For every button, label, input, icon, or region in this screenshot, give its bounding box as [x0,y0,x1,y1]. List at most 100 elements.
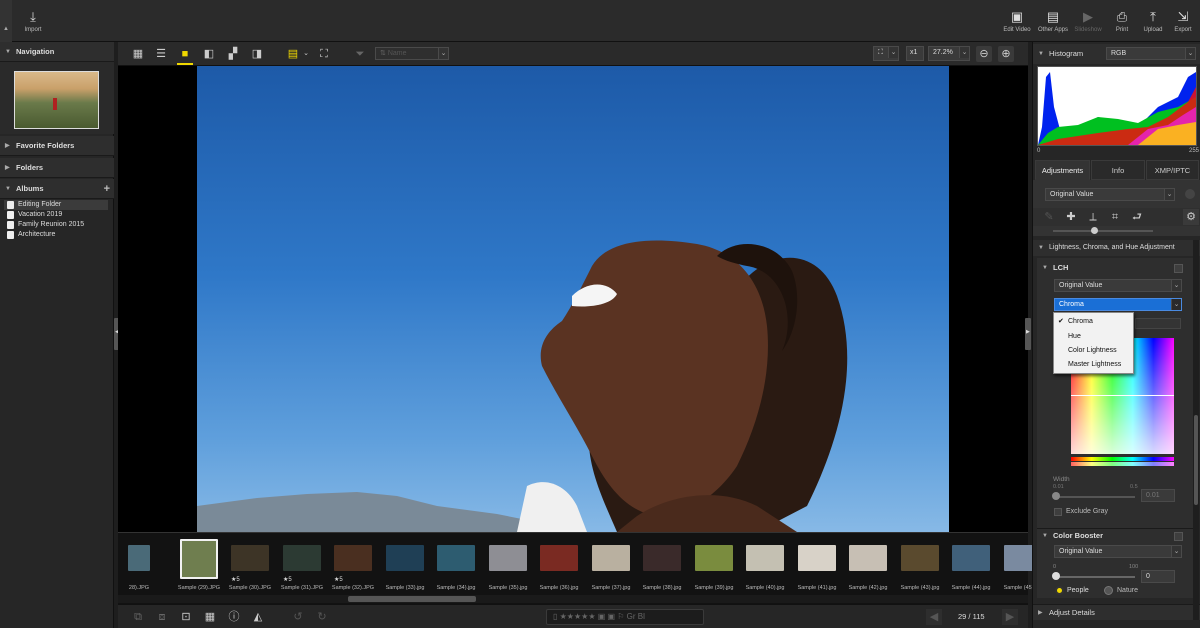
slider-thumb[interactable] [1091,227,1098,234]
right-panel-scrollbar[interactable] [1193,240,1199,620]
lch-header[interactable]: ▼ LCH [1037,260,1187,276]
zoom-in-icon[interactable]: ⊕ [998,46,1014,62]
filter-icon[interactable]: ⏷ [352,46,368,62]
navigation-header[interactable]: ▼ Navigation [0,42,114,62]
fit-screen-icon[interactable]: ⛶ [316,46,332,62]
previous-image-icon[interactable]: ◀ [926,609,942,625]
compare-view-icon[interactable]: ◧ [201,46,217,62]
filmstrip-view-icon[interactable]: ▞ [225,46,241,62]
album-item[interactable]: Editing Folder [4,200,108,210]
albums-header[interactable]: ▼ Albums + [0,179,114,199]
dropdown-option-hue[interactable]: Hue [1054,330,1135,344]
filmstrip-thumbnail[interactable] [592,545,630,571]
color-booster-checkbox[interactable] [1174,532,1183,541]
filmstrip-thumbnail[interactable] [231,545,269,571]
filmstrip-thumbnail[interactable] [952,545,990,571]
filmstrip-thumbnail[interactable] [746,545,784,571]
tab-adjustments[interactable]: Adjustments [1035,160,1090,180]
lch-channel-select[interactable]: Chroma ⌄ [1054,298,1182,311]
edit-video-button[interactable]: ▣ Edit Video [1000,8,1034,33]
upload-button[interactable]: ⤒ Upload [1136,8,1170,33]
stack-icon[interactable]: ⧉ [130,609,146,625]
tab-xmp-iptc[interactable]: XMP/IPTC [1146,160,1199,180]
zoom-select[interactable]: 27.2% ⌄ [928,46,970,61]
scrollbar-thumb[interactable] [1194,415,1198,505]
retouch-icon[interactable]: ✚ [1063,209,1079,225]
filmstrip-thumbnail[interactable] [283,545,321,571]
rating-bar[interactable]: ▯ ★★★★★ ▣ ▣ ⚐ Gr Bl [546,609,704,625]
next-image-icon[interactable]: ▶ [1002,609,1018,625]
filmstrip-thumbnail[interactable] [540,545,578,571]
export-button[interactable]: ⇲ Export [1166,8,1200,33]
adjustment-preset-select[interactable]: Original Value ⌄ [1045,188,1175,201]
fit-mode-select[interactable]: ⛶ ⌄ [873,46,899,61]
info-icon[interactable]: ⓘ [226,609,242,625]
filmstrip-thumbnail[interactable] [695,545,733,571]
sort-select[interactable]: ⇅ Name ⌄ [375,47,449,60]
grid-overlay-icon[interactable]: ▦ [202,609,218,625]
booster-slider-thumb[interactable] [1052,572,1060,580]
navigator-thumbnail[interactable] [14,71,99,129]
print-button[interactable]: ⎙ Print [1105,8,1139,33]
perspective-icon[interactable]: ⮐ [1129,209,1145,225]
zoom-out-icon[interactable]: ⊖ [976,46,992,62]
left-collapse-tab[interactable]: ▲ [0,0,12,42]
filmstrip-thumbnail[interactable] [849,545,887,571]
album-item[interactable]: Architecture [4,230,108,240]
scrollbar-thumb[interactable] [348,596,476,602]
grid-view-icon[interactable]: ▦ [130,46,146,62]
filmstrip-thumbnail[interactable] [643,545,681,571]
lch-enable-checkbox[interactable] [1174,264,1183,273]
dropdown-option-chroma[interactable]: ✔ Chroma [1054,315,1135,329]
exclude-gray-checkbox[interactable] [1054,508,1062,516]
color-booster-preset-select[interactable]: Original Value ⌄ [1054,545,1182,558]
gear-icon[interactable]: ⚙ [1183,209,1199,225]
width-slider-thumb[interactable] [1052,492,1060,500]
adjust-details-header[interactable]: ▶ Adjust Details [1033,604,1200,620]
folders-header[interactable]: ▶ Folders [0,158,114,178]
filmstrip-thumbnail[interactable] [334,545,372,571]
dropdown-option-master-lightness[interactable]: Master Lightness [1054,358,1135,372]
rotate-right-icon[interactable]: ↻ [314,609,330,625]
add-album-icon[interactable]: + [104,179,110,199]
filmstrip-thumbnail[interactable] [180,539,218,579]
dropdown-option-color-lightness[interactable]: Color Lightness [1054,344,1135,358]
nature-radio[interactable] [1104,586,1113,595]
crop-icon[interactable]: ⌗ [1107,209,1123,225]
before-after-icon[interactable]: ◨ [249,46,265,62]
other-apps-button[interactable]: ▤ Other Apps [1036,8,1070,33]
group-icon[interactable]: ⧈ [154,609,170,625]
single-view-icon[interactable]: ■ [177,46,193,62]
filmstrip-thumbnail[interactable] [386,545,424,571]
import-button[interactable]: ⤓ Import [16,8,50,33]
width-value-input[interactable]: 0.01 [1141,489,1175,502]
people-radio[interactable] [1055,586,1064,595]
preset-toggle-icon[interactable] [1185,189,1195,199]
filmstrip-thumbnail[interactable] [798,545,836,571]
filmstrip-thumbnail[interactable] [437,545,475,571]
list-view-icon[interactable]: ☰ [153,46,169,62]
filmstrip-thumbnail[interactable] [901,545,939,571]
histogram-toggle-icon[interactable]: ◭ [250,609,266,625]
right-panel-toggle[interactable]: ▶ [1025,318,1031,350]
histogram-channel-select[interactable]: RGB ⌄ [1106,47,1196,60]
album-item[interactable]: Vacation 2019 [4,210,108,220]
straighten-icon[interactable]: ⟂ [1085,209,1101,225]
album-item[interactable]: Family Reunion 2015 [4,220,108,230]
lch-section-header[interactable]: ▼ Lightness, Chroma, and Hue Adjustment [1033,240,1200,256]
slideshow-button[interactable]: ▶ Slideshow [1071,8,1105,33]
favorite-folders-header[interactable]: ▶ Favorite Folders [0,136,114,156]
filmstrip-thumbnail[interactable] [489,545,527,571]
image-viewer[interactable] [118,66,1028,532]
color-booster-header[interactable]: ▼ Color Booster [1037,528,1187,544]
lch-preset-select[interactable]: Original Value ⌄ [1054,279,1182,292]
booster-value-input[interactable]: 0 [1141,570,1175,583]
tab-info[interactable]: Info [1091,160,1145,180]
filmstrip-scrollbar[interactable] [118,595,1028,603]
fullscreen-icon[interactable]: ⊡ [178,609,194,625]
chevron-down-icon[interactable]: ⌄ [298,46,314,62]
zoom-ratio-button[interactable]: x1 [906,46,924,61]
rotate-left-icon[interactable]: ↺ [290,609,306,625]
filmstrip-thumbnail[interactable] [128,545,150,571]
brush-icon[interactable]: ✎ [1041,209,1057,225]
